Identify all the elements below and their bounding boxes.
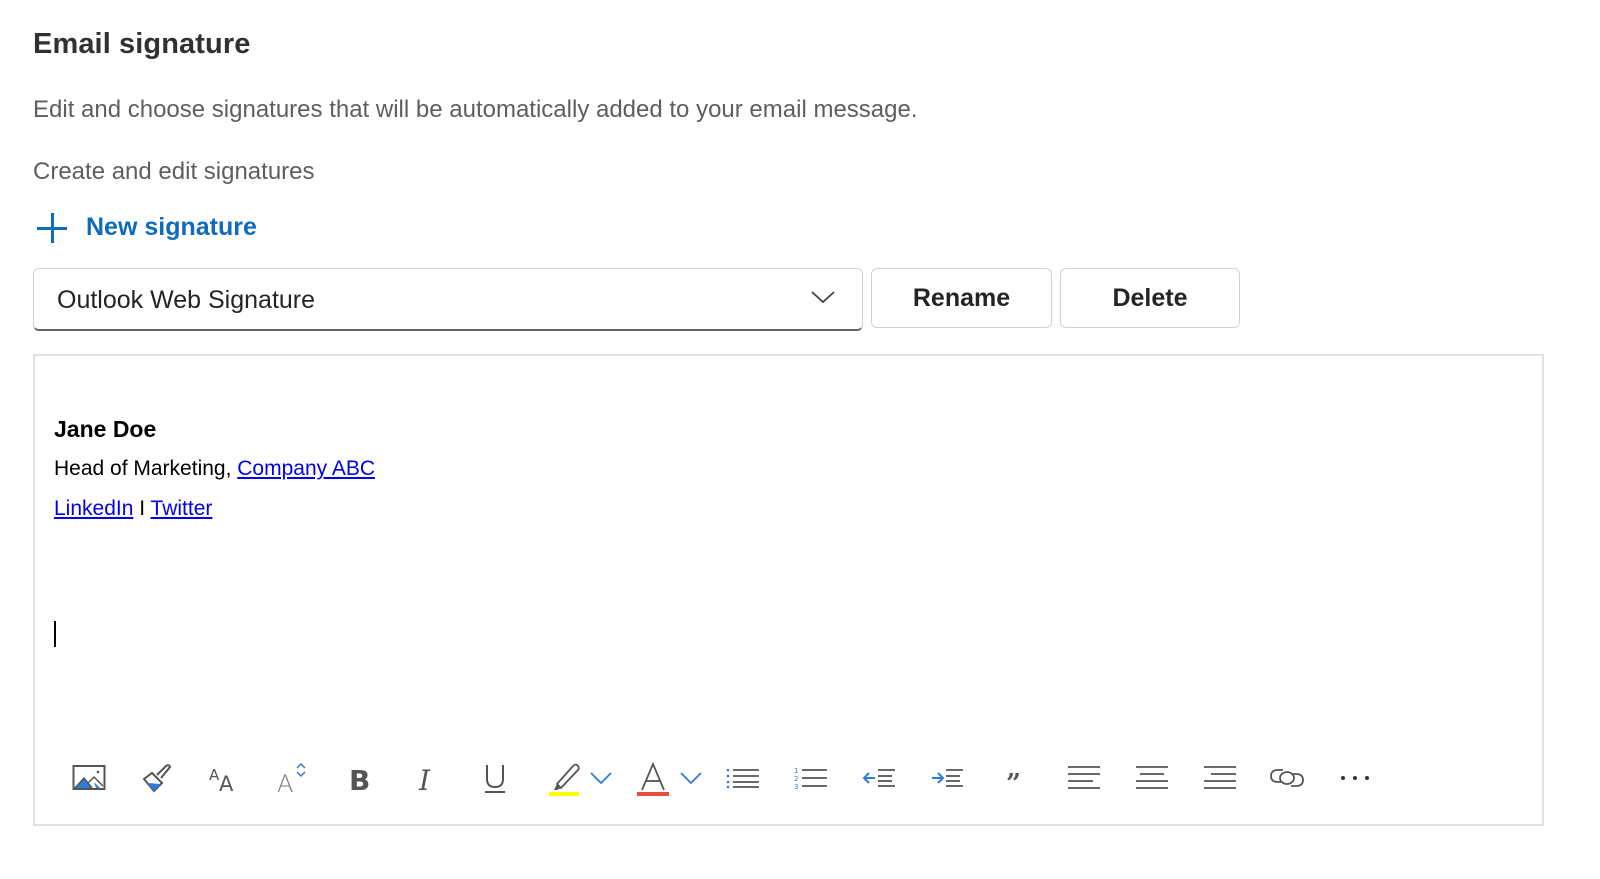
svg-text:B: B: [349, 764, 370, 793]
rename-button[interactable]: Rename: [871, 268, 1052, 328]
highlight-options-button[interactable]: [581, 756, 621, 800]
font-size-icon: A A: [209, 766, 234, 793]
align-left-icon: [1068, 766, 1100, 789]
decrease-indent-button[interactable]: [857, 756, 901, 800]
indent-icon: [932, 769, 963, 787]
highlighter-icon: [549, 763, 580, 796]
company-link[interactable]: Company ABC: [237, 457, 375, 480]
signature-editor[interactable]: Jane Doe Head of Marketing, Company ABC …: [33, 354, 1544, 826]
quote-icon: ”: [1006, 769, 1021, 790]
bold-icon: B: [349, 764, 370, 793]
social-separator: I: [133, 497, 151, 520]
font-size-button[interactable]: A A: [202, 756, 246, 800]
chevron-down-icon: [680, 772, 702, 785]
delete-button[interactable]: Delete: [1060, 268, 1240, 328]
svg-text:”: ”: [1006, 769, 1021, 790]
font-grow-icon: A: [277, 762, 306, 795]
bullets-button[interactable]: [721, 756, 765, 800]
outdent-icon: [862, 769, 895, 787]
align-right-button[interactable]: [1198, 756, 1242, 800]
align-left-button[interactable]: [1062, 756, 1106, 800]
numbered-list-icon: 1 2 3: [794, 767, 827, 791]
formatting-toolbar: A A A B I 1 2 3 ”: [35, 756, 1542, 802]
svg-text:1: 1: [794, 767, 798, 775]
signature-social-line: LinkedIn I Twitter: [54, 497, 375, 521]
image-icon: [72, 765, 106, 790]
signature-title-line: Head of Marketing, Company ABC: [54, 457, 375, 481]
svg-text:A: A: [219, 772, 234, 793]
more-options-button[interactable]: [1333, 756, 1377, 800]
section-subheading: Create and edit signatures: [33, 158, 315, 185]
svg-text:2: 2: [794, 775, 798, 783]
increase-indent-button[interactable]: [925, 756, 969, 800]
font-size-adjust-button[interactable]: A: [270, 756, 314, 800]
new-signature-label: New signature: [86, 212, 257, 241]
insert-link-button[interactable]: [1265, 756, 1309, 800]
plus-icon: [36, 210, 70, 244]
linkedin-link[interactable]: LinkedIn: [54, 497, 133, 520]
svg-text:3: 3: [794, 783, 798, 791]
link-icon: [1270, 769, 1304, 787]
align-center-icon: [1136, 766, 1168, 789]
numbering-button[interactable]: 1 2 3: [789, 756, 833, 800]
chevron-down-icon: [811, 291, 835, 304]
align-center-button[interactable]: [1130, 756, 1174, 800]
underline-icon: [485, 765, 505, 793]
new-signature-button[interactable]: New signature: [33, 210, 257, 244]
page-title: Email signature: [33, 28, 251, 60]
page-description: Edit and choose signatures that will be …: [33, 96, 918, 123]
format-painter-button[interactable]: [135, 756, 179, 800]
bullet-list-icon: [726, 768, 759, 789]
bold-button[interactable]: B: [337, 756, 381, 800]
italic-icon: I: [418, 764, 431, 793]
paintbrush-icon: [142, 764, 172, 793]
text-caret: [54, 621, 56, 647]
italic-button[interactable]: I: [405, 756, 449, 800]
font-color-options-button[interactable]: [671, 756, 711, 800]
signature-content: Jane Doe Head of Marketing, Company ABC …: [54, 416, 375, 537]
underline-button[interactable]: [473, 756, 517, 800]
signature-name: Jane Doe: [54, 416, 157, 442]
signature-select-value: Outlook Web Signature: [57, 286, 316, 314]
insert-picture-button[interactable]: [67, 756, 111, 800]
align-right-icon: [1204, 766, 1236, 789]
signature-title: Head of Marketing,: [54, 457, 238, 480]
svg-text:I: I: [418, 764, 431, 793]
quote-button[interactable]: ”: [993, 756, 1037, 800]
chevron-down-icon: [590, 772, 612, 785]
twitter-link[interactable]: Twitter: [151, 497, 213, 520]
svg-text:A: A: [277, 770, 293, 795]
signature-select[interactable]: Outlook Web Signature: [33, 268, 863, 331]
more-icon: [1341, 776, 1369, 780]
font-color-icon: [637, 761, 669, 796]
highlight-button[interactable]: [542, 756, 586, 800]
font-color-button[interactable]: [631, 756, 675, 800]
